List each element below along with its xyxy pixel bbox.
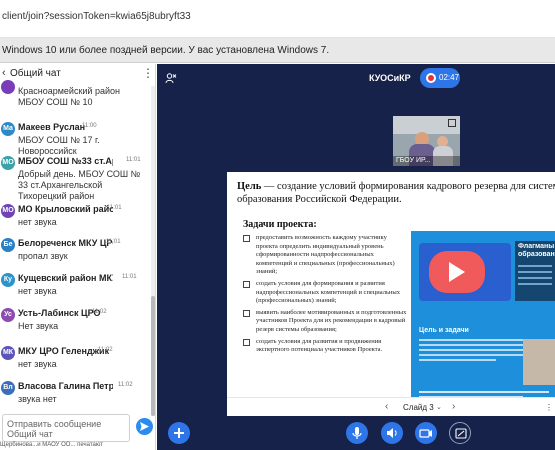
sender-name: МКУ ЦРО Геленджик [18, 346, 110, 356]
users-icon[interactable] [165, 71, 177, 89]
url-text[interactable]: client/join?sessionToken=kwia65j8ubryft3… [2, 11, 191, 22]
chat-input[interactable]: Отправить сообщение Общий чат [2, 414, 130, 442]
prev-slide-icon[interactable]: ‹ [385, 401, 388, 412]
avatar: Вл [1, 381, 15, 395]
typing-indicator: Щербинова...и МАОУ ОО... печатают [0, 442, 103, 448]
mic-icon[interactable] [346, 422, 368, 444]
chat-title: Общий чат [10, 68, 61, 79]
conference-topbar: КУОСиКР 02:47 ⋮ [157, 64, 555, 92]
expand-icon[interactable] [448, 119, 456, 127]
promo-image: Флагманы образован Цель и задачи [411, 231, 555, 409]
task-item: создать условия для развития и продвижен… [243, 338, 408, 355]
chevron-down-icon[interactable]: ⌄ [436, 403, 442, 411]
slide-number[interactable]: Слайд 3 [403, 403, 434, 412]
avatar: МО [1, 156, 15, 170]
address-bar[interactable]: client/join?sessionToken=kwia65j8ubryft3… [0, 0, 555, 38]
notice-text: Windows 10 или более поздней версии. У в… [2, 45, 330, 56]
video-label: ГБОУ ИР... [396, 157, 431, 164]
message-text: звука нет [18, 394, 57, 404]
conference-area: КУОСиКР 02:47 ⋮ ГБОУ ИР... Цель — создан… [157, 64, 555, 450]
slide-menu-icon[interactable]: ⋮ [545, 403, 553, 412]
chat-scrollbar[interactable] [151, 86, 155, 416]
message-text: Добрый день. МБОУ СОШ № 33 ст.Архангельс… [18, 169, 141, 201]
avatar: Бе [1, 238, 15, 252]
goal-label: Цель [237, 181, 262, 192]
message-time: 11:00 [82, 123, 97, 129]
avatar: Ма [1, 122, 15, 136]
audio-icon[interactable] [381, 422, 403, 444]
message-time: 11:02 [118, 382, 133, 388]
sender-name: Макеев Руслан [18, 122, 86, 132]
next-slide-icon[interactable]: › [452, 401, 455, 412]
message-text: нет звука [18, 217, 57, 227]
screen-share-icon[interactable] [449, 422, 471, 444]
record-icon [426, 73, 436, 83]
sender-name: Кущевский район МКУ "Ц... [18, 273, 113, 283]
message-time: 11:02 [98, 347, 113, 353]
chat-panel: ‹ Общий чат ⋮ Красноармейский район МБОУ… [0, 64, 156, 450]
avatar: Ку [1, 273, 15, 287]
sender-name: Белореченск МКУ ЦРО [18, 238, 113, 248]
browser-notice: Windows 10 или более поздней версии. У в… [0, 38, 555, 63]
more-icon[interactable]: ⋮ [551, 70, 555, 81]
avatar: МК [1, 346, 15, 360]
message-text: нет звука [18, 286, 57, 296]
sender-name: МБОУ СОШ №33 ст.Архан... [18, 156, 113, 166]
play-icon [449, 262, 465, 282]
avatar: Ус [1, 308, 15, 322]
tasks-heading: Задачи проекта: [243, 219, 317, 230]
slide-navigation: ‹ Слайд 3 ⌄ › ⋮ [227, 397, 555, 416]
sender-name: Власова Галина Петровна [18, 381, 113, 391]
chat-menu-icon[interactable]: ⋮ [142, 66, 154, 80]
message-text: нет звука [18, 359, 57, 369]
message-time: 11:01 [126, 157, 141, 163]
promo-heading: Цель и задачи [419, 327, 469, 334]
task-item: выявить наиболее мотивированных и подгот… [243, 309, 408, 335]
tasks-list: предоставить возможность каждому участни… [243, 234, 408, 358]
send-icon[interactable] [136, 418, 153, 435]
task-item: предоставить возможность каждому участни… [243, 234, 408, 277]
message-text: Нет звука [18, 321, 59, 331]
scrollbar-thumb[interactable] [151, 296, 155, 416]
message-text: пропал звук [18, 251, 68, 261]
message-text: МБОУ СОШ № 17 г. Новороссийск [18, 135, 100, 156]
slide-goal: Цель — создание условий формирования кад… [237, 180, 555, 206]
presentation-slide: Цель — создание условий формирования кад… [227, 172, 555, 416]
message-text: Красноармейский район МБОУ СОШ № 10 [18, 86, 120, 107]
back-icon[interactable]: ‹ [2, 67, 6, 79]
message-time: 11:01 [122, 274, 137, 280]
plus-icon[interactable] [168, 422, 190, 444]
chat-header: ‹ Общий чат ⋮ [0, 64, 155, 84]
conference-title: КУОСиКР [369, 73, 411, 83]
promo-title: Флагманы образован [518, 243, 555, 258]
sender-name: Усть-Лабинск ЦРО [18, 308, 101, 318]
goal-text: — создание условий формирования кадровог… [237, 181, 555, 205]
record-button[interactable]: 02:47 [420, 68, 460, 88]
sender-name: МО Крыловский район [18, 204, 113, 214]
camera-icon[interactable] [415, 422, 437, 444]
task-item: создать условия для формирования и разви… [243, 280, 408, 306]
record-timer: 02:47 [439, 73, 460, 82]
avatar [1, 80, 15, 94]
message-time: 11:01 [106, 239, 121, 245]
participant-video[interactable]: ГБОУ ИР... [393, 116, 460, 166]
message-time: 11:02 [92, 309, 107, 315]
message-time: 11:01 [107, 205, 122, 211]
avatar: МО [1, 204, 15, 218]
